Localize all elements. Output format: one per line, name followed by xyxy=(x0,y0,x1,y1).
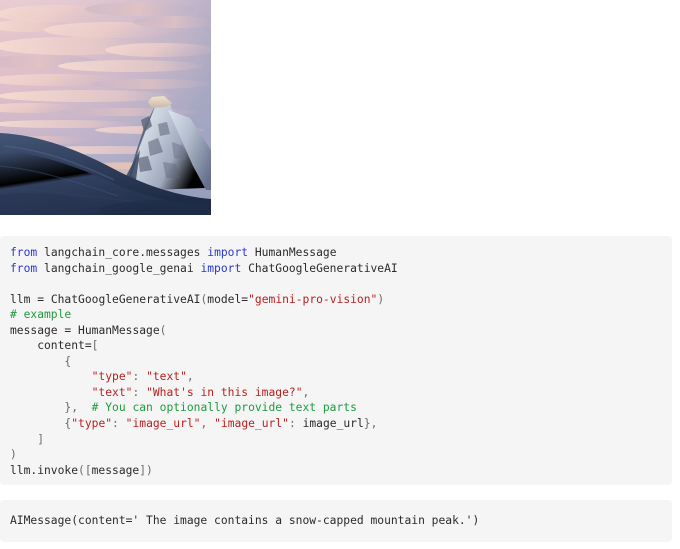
code-content: from langchain_core.messages import Huma… xyxy=(10,245,662,478)
code-token: ChatGoogleGenerativeAI xyxy=(241,261,398,275)
code-token: , xyxy=(186,370,194,384)
code-token: "gemini-pro-vision" xyxy=(248,292,378,306)
mountain-photo-illustration xyxy=(0,0,211,215)
code-token: image_url xyxy=(295,417,364,431)
code-token: = xyxy=(37,292,45,306)
code-token: : xyxy=(288,417,296,431)
code-token: = xyxy=(84,339,92,353)
code-line: "type": "text", xyxy=(10,370,194,383)
code-token: llm xyxy=(10,292,38,306)
code-line: llm = ChatGoogleGenerativeAI(model="gemi… xyxy=(10,293,384,306)
code-token: llm.invoke xyxy=(10,463,79,477)
code-token: ([ xyxy=(78,463,92,477)
code-line: {"type": "image_url", "image_url": image… xyxy=(10,417,377,430)
code-token: message xyxy=(10,323,65,337)
code-token: , xyxy=(302,385,310,399)
code-line: # example xyxy=(10,308,71,321)
code-token: ) xyxy=(10,448,17,462)
output-text: AIMessage(content=' The image contains a… xyxy=(10,514,480,527)
code-token: from xyxy=(10,246,38,259)
code-line: from langchain_google_genai import ChatG… xyxy=(10,262,398,275)
code-token: "type" xyxy=(91,370,133,384)
code-token: "text" xyxy=(146,370,187,384)
code-token: HumanMessage xyxy=(248,246,337,259)
code-token: HumanMessage xyxy=(71,323,160,337)
code-token: "What's in this image?" xyxy=(146,385,303,399)
code-line: }, # You can optionally provide text par… xyxy=(10,401,357,415)
mountain-photo xyxy=(0,0,211,215)
code-token: ]) xyxy=(139,463,153,477)
code-token: "type" xyxy=(71,417,113,431)
code-token: "text" xyxy=(91,385,133,399)
code-token: }, xyxy=(64,401,79,415)
code-token: ] xyxy=(37,432,45,446)
code-block-python: from langchain_core.messages import Huma… xyxy=(0,236,672,485)
code-token: langchain_google_genai xyxy=(37,261,201,275)
code-line: content=[ xyxy=(10,339,98,352)
code-token: from xyxy=(10,261,38,275)
code-line: ) xyxy=(10,448,17,461)
code-token: # You can optionally provide text parts xyxy=(91,401,357,415)
code-line: llm.invoke([message]) xyxy=(10,464,153,477)
code-token: content xyxy=(10,339,85,353)
output-block: AIMessage(content=' The image contains a… xyxy=(0,500,672,542)
code-line: { xyxy=(10,355,71,368)
code-line: from langchain_core.messages import Huma… xyxy=(10,246,337,259)
code-line: "text": "What's in this image?", xyxy=(10,385,310,399)
code-token: message xyxy=(91,463,140,477)
code-token: langchain_core.messages xyxy=(37,246,208,259)
code-token: ( xyxy=(159,323,167,337)
code-token: "image_url" xyxy=(125,417,201,431)
code-line: message = HumanMessage( xyxy=(10,324,166,337)
code-token: { xyxy=(64,354,72,368)
code-token: "image_url" xyxy=(214,417,289,431)
code-token: }, xyxy=(363,417,378,431)
code-token: [ xyxy=(91,339,99,353)
code-line: ] xyxy=(10,433,44,446)
code-token: ChatGoogleGenerativeAI xyxy=(44,292,201,306)
code-token: : xyxy=(112,417,119,431)
code-token: ) xyxy=(377,292,385,306)
code-token: import xyxy=(207,246,249,259)
code-token: model xyxy=(207,292,242,306)
code-token: import xyxy=(200,261,242,275)
code-token: # example xyxy=(10,308,72,322)
